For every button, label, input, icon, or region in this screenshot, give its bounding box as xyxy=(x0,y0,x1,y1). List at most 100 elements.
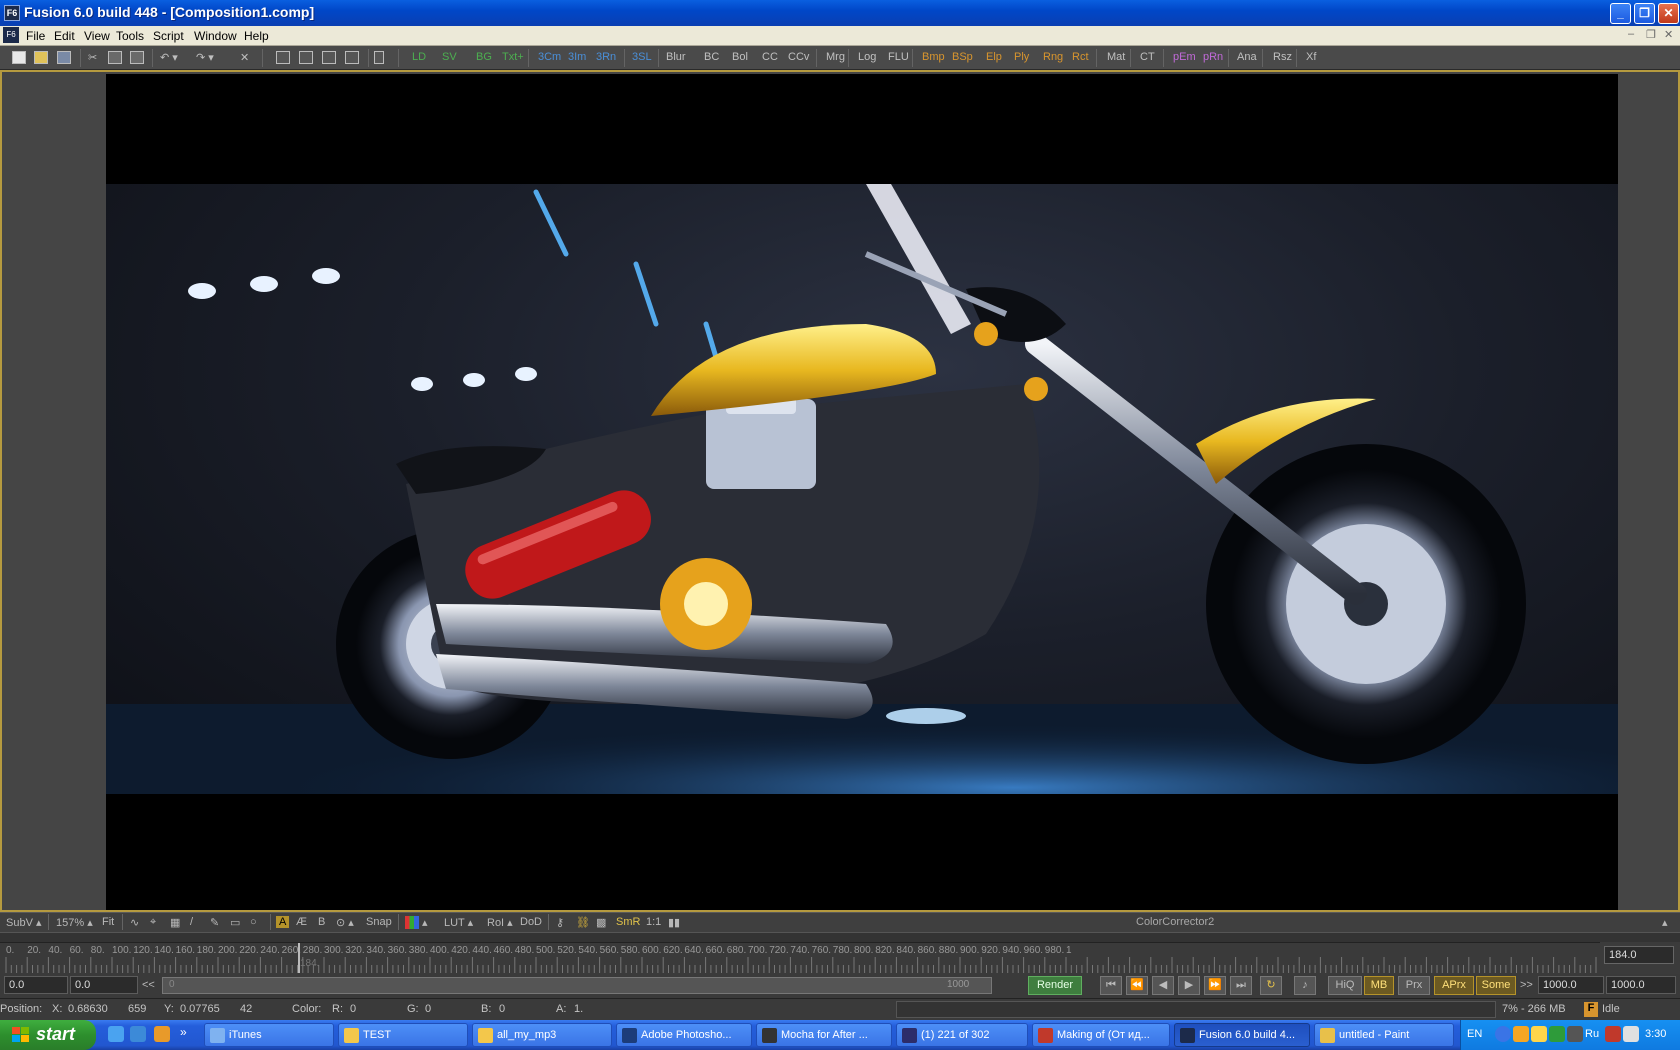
menu-view[interactable]: View xyxy=(84,29,110,43)
save-icon[interactable] xyxy=(57,51,71,64)
tray-volume-icon[interactable] xyxy=(1623,1026,1639,1042)
menu-window[interactable]: Window xyxy=(194,29,237,43)
roi-button[interactable]: RoI ▴ xyxy=(487,916,513,929)
tool-3rn-button[interactable]: 3Rn xyxy=(596,51,616,63)
doc-minimize-button[interactable]: – xyxy=(1628,28,1634,40)
layout-2-icon[interactable] xyxy=(299,51,313,64)
tool-bsp-button[interactable]: BSp xyxy=(952,51,973,63)
tool-bg-button[interactable]: BG xyxy=(476,51,492,63)
doc-restore-button[interactable]: ❐ xyxy=(1646,28,1656,41)
play-forward-button[interactable]: ▶ xyxy=(1178,976,1200,995)
glasses-icon[interactable]: ⊙ ▴ xyxy=(336,916,354,929)
taskbar-item[interactable]: iTunes xyxy=(204,1023,334,1047)
tool-blur-button[interactable]: Blur xyxy=(666,51,686,63)
taskbar-item[interactable]: Adobe Photosho... xyxy=(616,1023,752,1047)
taskbar-item[interactable]: Fusion 6.0 build 4... xyxy=(1174,1023,1310,1047)
tool-bc-button[interactable]: BC xyxy=(704,51,719,63)
step-forward-button[interactable]: ⏩ xyxy=(1204,976,1226,995)
tray-audio-wave-icon[interactable] xyxy=(1567,1026,1583,1042)
language-indicator[interactable]: EN xyxy=(1467,1028,1482,1040)
open-folder-icon[interactable] xyxy=(34,51,48,64)
b-view-button[interactable]: B xyxy=(318,916,325,928)
fit-button[interactable]: Fit xyxy=(102,916,114,928)
checker-icon[interactable]: Æ xyxy=(296,916,307,928)
render-start-field[interactable]: 0.0 xyxy=(70,976,138,994)
menu-help[interactable]: Help xyxy=(244,29,269,43)
go-to-end-button[interactable]: ⏭ xyxy=(1230,976,1252,995)
tray-shield-icon[interactable] xyxy=(1605,1026,1621,1042)
zoom-dropdown[interactable]: 157% ▴ xyxy=(56,916,93,929)
minimize-button[interactable]: _ xyxy=(1610,3,1631,24)
tool-ana-button[interactable]: Ana xyxy=(1237,51,1257,63)
tool-rct-button[interactable]: Rct xyxy=(1072,51,1089,63)
close-button[interactable]: ✕ xyxy=(1658,3,1679,24)
tray-app-icon[interactable] xyxy=(1513,1026,1529,1042)
lock-icon[interactable]: ⚷ xyxy=(556,916,564,929)
polyline-tool-icon[interactable]: ⌖ xyxy=(150,916,156,929)
aprx-button[interactable]: APrx xyxy=(1434,976,1474,995)
layout-1-icon[interactable] xyxy=(276,51,290,64)
global-end-field[interactable]: 1000.0 xyxy=(1606,976,1676,994)
start-button[interactable]: start xyxy=(0,1020,96,1050)
subview-button[interactable]: SubV ▴ xyxy=(6,916,42,929)
hiq-button[interactable]: HiQ xyxy=(1328,976,1362,995)
global-start-field[interactable]: 0.0 xyxy=(4,976,68,994)
tool-3sl-button[interactable]: 3SL xyxy=(632,51,652,63)
tool-3im-button[interactable]: 3Im xyxy=(568,51,586,63)
loop-button[interactable]: ↻ xyxy=(1260,976,1282,995)
dod-button[interactable]: DoD xyxy=(520,916,542,928)
range-nav-right-button[interactable]: >> xyxy=(1520,979,1533,991)
quicklaunch-more-icon[interactable]: » xyxy=(180,1025,187,1039)
checkerboard-icon[interactable]: ▩ xyxy=(596,916,606,929)
tool-txt-button[interactable]: Txt+ xyxy=(502,51,524,63)
fusion-app-icon[interactable]: F6 xyxy=(4,5,20,21)
keyboard-layout-indicator[interactable]: Ru xyxy=(1585,1028,1599,1040)
tool-mat-button[interactable]: Mat xyxy=(1107,51,1125,63)
audio-button[interactable]: ♪ xyxy=(1294,976,1316,995)
undo-icon[interactable]: ↶ ▾ xyxy=(160,51,178,64)
tool-prn-button[interactable]: pRn xyxy=(1203,51,1223,63)
ratio-button[interactable]: 1:1 xyxy=(646,916,661,928)
tools-icon[interactable]: ✕ xyxy=(240,51,249,64)
new-file-icon[interactable] xyxy=(12,51,26,64)
viewer-frame[interactable] xyxy=(106,74,1618,910)
layout-3-icon[interactable] xyxy=(322,51,336,64)
tool-3cm-button[interactable]: 3Cm xyxy=(538,51,561,63)
paste-icon[interactable] xyxy=(130,51,144,64)
eyedropper-icon[interactable]: ✎ xyxy=(210,916,219,929)
layout-4-icon[interactable] xyxy=(345,51,359,64)
viewer-panel[interactable] xyxy=(0,70,1680,912)
mb-button[interactable]: MB xyxy=(1364,976,1394,995)
grid-icon[interactable]: ▦ xyxy=(170,916,180,929)
redo-icon[interactable]: ↷ ▾ xyxy=(196,51,214,64)
show-controls-a-button[interactable]: A xyxy=(276,916,290,928)
tray-network-icon[interactable] xyxy=(1549,1026,1565,1042)
tool-pem-button[interactable]: pEm xyxy=(1173,51,1196,63)
taskbar-item[interactable]: Making of (От ид... xyxy=(1032,1023,1170,1047)
expand-viewbar-icon[interactable]: ▴ xyxy=(1662,916,1668,929)
tool-rng-button[interactable]: Rng xyxy=(1043,51,1063,63)
copy-icon[interactable] xyxy=(108,51,122,64)
taskbar-item[interactable]: Mocha for After ... xyxy=(756,1023,892,1047)
tool-rsz-button[interactable]: Rsz xyxy=(1273,51,1292,63)
tool-mrg-button[interactable]: Mrg xyxy=(826,51,845,63)
tool-elp-button[interactable]: Elp xyxy=(986,51,1002,63)
tool-bol-button[interactable]: Bol xyxy=(732,51,748,63)
smr-button[interactable]: SmR xyxy=(616,916,640,928)
paint-brush-icon[interactable]: / xyxy=(190,916,193,928)
tool-sv-button[interactable]: SV xyxy=(442,51,457,63)
layout-toggle-icon[interactable] xyxy=(374,51,384,64)
current-frame-field[interactable]: 184.0 xyxy=(1604,946,1674,964)
ellipse-tool-icon[interactable]: ○ xyxy=(250,916,257,928)
play-reverse-button[interactable]: ◀ xyxy=(1152,976,1174,995)
taskbar-item[interactable]: untitled - Paint xyxy=(1314,1023,1454,1047)
ie-quicklaunch-icon[interactable] xyxy=(108,1026,124,1042)
maximize-button[interactable]: ❐ xyxy=(1634,3,1655,24)
render-end-field[interactable]: 1000.0 xyxy=(1538,976,1604,994)
document-icon[interactable]: F6 xyxy=(3,27,19,43)
go-to-start-button[interactable]: ⏮ xyxy=(1100,976,1122,995)
tool-bmp-button[interactable]: Bmp xyxy=(922,51,945,63)
channel-rgb-icon[interactable] xyxy=(405,916,419,929)
some-button[interactable]: Some xyxy=(1476,976,1516,995)
time-ruler[interactable]: 0. 20. 40. 60. 80. 100. 120. 140. 160. 180. 200. 22… xyxy=(0,942,1600,974)
